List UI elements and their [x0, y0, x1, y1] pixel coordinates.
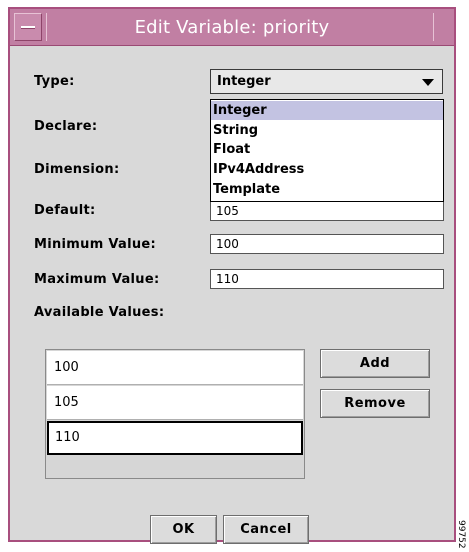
dimension-label: Dimension:: [34, 162, 120, 177]
type-label: Type:: [34, 74, 75, 89]
type-dropdown-list: Integer String Float IPv4Address Templat…: [210, 99, 444, 202]
type-option-float[interactable]: Float: [211, 140, 443, 159]
window-title: Edit Variable: priority: [134, 17, 330, 38]
minimum-value-field[interactable]: 100: [210, 234, 444, 254]
maximum-value-label: Maximum Value:: [34, 272, 160, 287]
cancel-button[interactable]: Cancel: [223, 515, 309, 544]
chevron-down-icon[interactable]: [422, 79, 434, 86]
type-select-value: Integer: [217, 74, 271, 89]
type-option-ipv4address[interactable]: IPv4Address: [211, 160, 443, 179]
available-values-list[interactable]: 100 105 110: [45, 349, 305, 479]
list-item[interactable]: 105: [47, 386, 303, 420]
declare-label: Declare:: [34, 119, 98, 134]
default-field[interactable]: 105: [210, 201, 444, 221]
edit-variable-dialog: Edit Variable: priority Type: Declare: D…: [8, 7, 456, 544]
type-option-template[interactable]: Template: [211, 180, 443, 199]
default-label: Default:: [34, 203, 96, 218]
type-option-integer[interactable]: Integer: [211, 101, 443, 120]
figure-id: 99752: [456, 520, 466, 549]
maximum-value-field[interactable]: 110: [210, 269, 444, 289]
title-bar[interactable]: Edit Variable: priority: [10, 9, 454, 46]
minimum-value-label: Minimum Value:: [34, 237, 157, 252]
type-select[interactable]: Integer: [210, 69, 443, 94]
type-option-string[interactable]: String: [211, 121, 443, 140]
ok-button[interactable]: OK: [150, 515, 217, 544]
list-item[interactable]: 110: [47, 421, 303, 455]
list-item[interactable]: 100: [47, 351, 303, 385]
available-values-label: Available Values:: [34, 305, 165, 320]
add-button[interactable]: Add: [320, 349, 430, 378]
remove-button[interactable]: Remove: [320, 389, 430, 418]
